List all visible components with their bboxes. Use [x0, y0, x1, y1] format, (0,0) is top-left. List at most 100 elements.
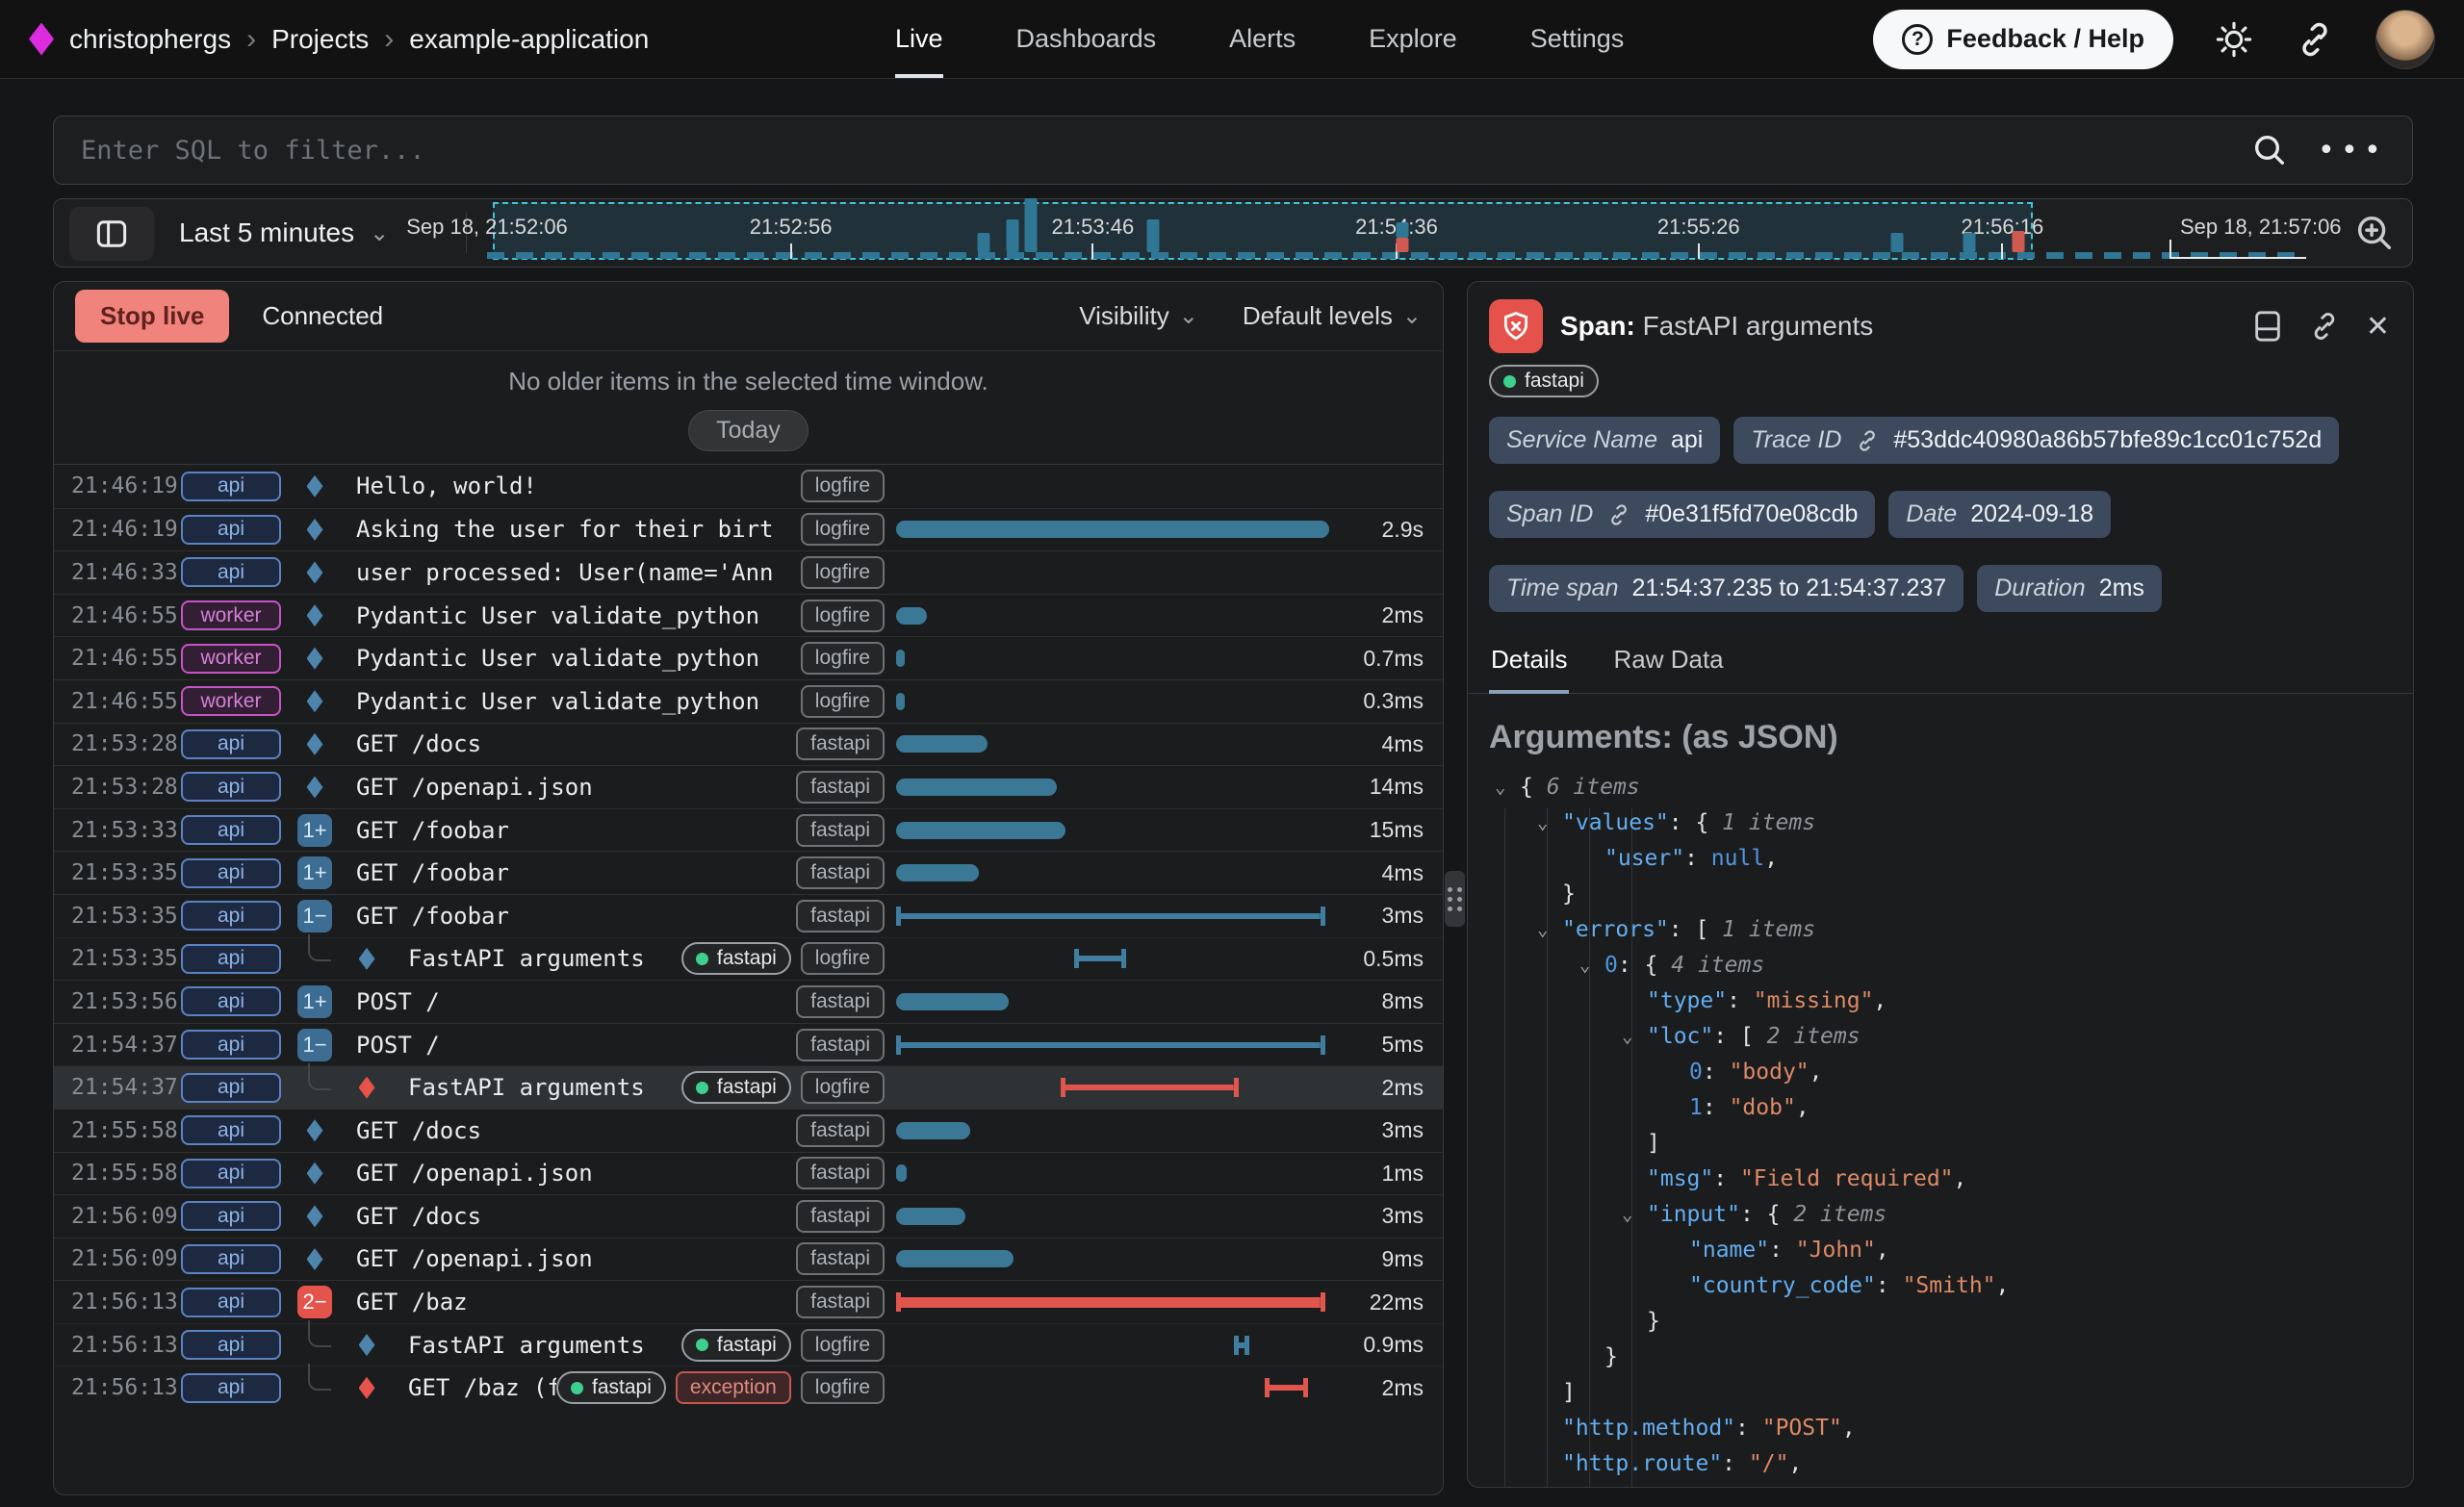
- json-collapse-chevron-icon[interactable]: ⌄: [1495, 770, 1505, 805]
- tab-explore[interactable]: Explore: [1369, 0, 1457, 78]
- trace-row[interactable]: 21:56:13apiFastAPI argumentsfastapilogfi…: [54, 1323, 1443, 1367]
- trace-row[interactable]: 21:53:35api1+GET /foobarfastapi4ms: [54, 851, 1443, 894]
- trace-row[interactable]: 21:53:28apiGET /openapi.jsonfastapi14ms: [54, 765, 1443, 808]
- tag-fastapi[interactable]: fastapi: [796, 1114, 885, 1147]
- child-count-badge[interactable]: 1+: [297, 814, 332, 847]
- service-tag-api[interactable]: api: [181, 815, 281, 845]
- trace-row[interactable]: 21:46:19apiHello, world!logfire: [54, 465, 1443, 508]
- tag-logfire[interactable]: logfire: [801, 1329, 885, 1362]
- breadcrumb-project[interactable]: example-application: [409, 24, 649, 55]
- service-tag-api[interactable]: api: [181, 772, 281, 802]
- json-collapse-chevron-icon[interactable]: ⌄: [1537, 912, 1548, 948]
- child-count-badge[interactable]: 1+: [297, 985, 332, 1018]
- panel-resize-handle[interactable]: [1445, 871, 1465, 927]
- fastapi-tag[interactable]: fastapi: [1489, 365, 1599, 397]
- share-link-icon[interactable]: [2295, 19, 2335, 60]
- breadcrumb-org[interactable]: christophergs: [69, 24, 231, 55]
- tag-logfire[interactable]: logfire: [801, 513, 885, 546]
- logfire-logo-icon[interactable]: [29, 23, 54, 56]
- trace-row[interactable]: 21:56:13apiGET /baz (fofastapiexceptionl…: [54, 1366, 1443, 1409]
- copy-link-icon[interactable]: [2308, 310, 2341, 343]
- tag-logfire[interactable]: logfire: [801, 942, 885, 975]
- tag-fastapi[interactable]: fastapi: [796, 856, 885, 889]
- span-tab-details[interactable]: Details: [1489, 639, 1569, 694]
- tag-fastapi[interactable]: fastapi: [796, 771, 885, 804]
- json-collapse-chevron-icon[interactable]: ⌄: [1537, 805, 1548, 841]
- metadata-chip-trace-id[interactable]: Trace ID#53ddc40980a86b57bfe89c1cc01c752…: [1733, 417, 2339, 464]
- tag-logfire[interactable]: logfire: [801, 685, 885, 718]
- json-collapse-chevron-icon[interactable]: ⌄: [1579, 948, 1590, 983]
- tag-fastapi[interactable]: fastapi: [681, 942, 791, 975]
- service-tag-api[interactable]: api: [181, 472, 281, 501]
- service-tag-api[interactable]: api: [181, 1115, 281, 1145]
- timeline-axis[interactable]: Sep 18, 21:52:0621:52:5621:53:4621:54:36…: [487, 199, 2306, 267]
- trace-row[interactable]: 21:54:37apiFastAPI argumentsfastapilogfi…: [54, 1065, 1443, 1109]
- error-count-badge[interactable]: 2−: [297, 1286, 332, 1318]
- service-tag-api[interactable]: api: [181, 1073, 281, 1103]
- child-count-badge[interactable]: 1+: [297, 856, 332, 889]
- more-options-icon[interactable]: •••: [2318, 134, 2387, 167]
- tag-fastapi[interactable]: fastapi: [796, 1286, 885, 1318]
- tag-logfire[interactable]: logfire: [801, 470, 885, 502]
- metadata-chip-time-span[interactable]: Time span21:54:37.235 to 21:54:37.237: [1489, 565, 1964, 612]
- today-button[interactable]: Today: [688, 410, 808, 451]
- search-icon[interactable]: [2250, 131, 2289, 169]
- tag-fastapi[interactable]: fastapi: [796, 900, 885, 932]
- service-tag-worker[interactable]: worker: [181, 644, 281, 674]
- tag-fastapi[interactable]: fastapi: [681, 1329, 791, 1362]
- child-count-badge[interactable]: 1−: [297, 900, 332, 932]
- tag-fastapi[interactable]: fastapi: [796, 1157, 885, 1189]
- service-tag-api[interactable]: api: [181, 1288, 281, 1317]
- default-levels-dropdown[interactable]: Default levels ⌄: [1243, 301, 1422, 331]
- zoom-in-icon[interactable]: [2352, 211, 2397, 255]
- trace-row[interactable]: 21:53:35api1−GET /foobarfastapi3ms: [54, 894, 1443, 937]
- metadata-chip-duration[interactable]: Duration2ms: [1977, 565, 2162, 612]
- sidebar-toggle-button[interactable]: [69, 207, 154, 261]
- breadcrumb-projects[interactable]: Projects: [271, 24, 369, 55]
- tag-logfire[interactable]: logfire: [801, 556, 885, 589]
- service-tag-worker[interactable]: worker: [181, 600, 281, 630]
- service-tag-api[interactable]: api: [181, 1330, 281, 1360]
- trace-row[interactable]: 21:53:35apiFastAPI argumentsfastapilogfi…: [54, 937, 1443, 981]
- tag-fastapi[interactable]: fastapi: [796, 985, 885, 1018]
- service-tag-api[interactable]: api: [181, 1030, 281, 1060]
- trace-row[interactable]: 21:53:33api1+GET /foobarfastapi15ms: [54, 808, 1443, 852]
- tag-fastapi[interactable]: fastapi: [796, 728, 885, 760]
- child-count-badge[interactable]: 1−: [297, 1029, 332, 1061]
- service-tag-api[interactable]: api: [181, 1159, 281, 1188]
- span-tab-raw-data[interactable]: Raw Data: [1611, 639, 1725, 694]
- timeline-selection-window[interactable]: [493, 202, 2034, 260]
- tab-live[interactable]: Live: [895, 0, 943, 78]
- service-tag-api[interactable]: api: [181, 729, 281, 759]
- tab-alerts[interactable]: Alerts: [1229, 0, 1296, 78]
- service-tag-api[interactable]: api: [181, 901, 281, 931]
- service-tag-api[interactable]: api: [181, 944, 281, 974]
- trace-row[interactable]: 21:53:56api1+POST /fastapi8ms: [54, 980, 1443, 1023]
- tag-fastapi[interactable]: fastapi: [796, 1242, 885, 1275]
- tag-fastapi[interactable]: fastapi: [681, 1071, 791, 1104]
- tag-logfire[interactable]: logfire: [801, 1371, 885, 1404]
- service-tag-api[interactable]: api: [181, 515, 281, 545]
- user-avatar[interactable]: [2375, 10, 2435, 69]
- visibility-dropdown[interactable]: Visibility ⌄: [1079, 301, 1198, 331]
- theme-toggle-icon[interactable]: [2214, 19, 2254, 60]
- tag-fastapi[interactable]: fastapi: [796, 1200, 885, 1233]
- service-tag-api[interactable]: api: [181, 1373, 281, 1403]
- tag-logfire[interactable]: logfire: [801, 642, 885, 675]
- trace-row[interactable]: 21:56:09apiGET /openapi.jsonfastapi9ms: [54, 1238, 1443, 1281]
- service-tag-api[interactable]: api: [181, 986, 281, 1016]
- tag-fastapi[interactable]: fastapi: [796, 1029, 885, 1061]
- panel-layout-icon[interactable]: [2252, 310, 2283, 343]
- trace-row[interactable]: 21:46:55workerPydantic User validate_pyt…: [54, 679, 1443, 723]
- tag-fastapi[interactable]: fastapi: [796, 814, 885, 847]
- feedback-help-button[interactable]: ? Feedback / Help: [1873, 10, 2173, 69]
- trace-row[interactable]: 21:55:58apiGET /openapi.jsonfastapi1ms: [54, 1152, 1443, 1195]
- metadata-chip-date[interactable]: Date2024-09-18: [1888, 491, 2111, 538]
- tag-exception[interactable]: exception: [676, 1371, 791, 1404]
- trace-row[interactable]: 21:56:09apiGET /docsfastapi3ms: [54, 1194, 1443, 1238]
- trace-row[interactable]: 21:46:55workerPydantic User validate_pyt…: [54, 594, 1443, 637]
- time-range-dropdown[interactable]: Last 5 minutes ⌄: [179, 199, 389, 267]
- trace-row[interactable]: 21:46:19apiAsking the user for their bir…: [54, 508, 1443, 551]
- stop-live-button[interactable]: Stop live: [75, 290, 229, 343]
- service-tag-worker[interactable]: worker: [181, 686, 281, 716]
